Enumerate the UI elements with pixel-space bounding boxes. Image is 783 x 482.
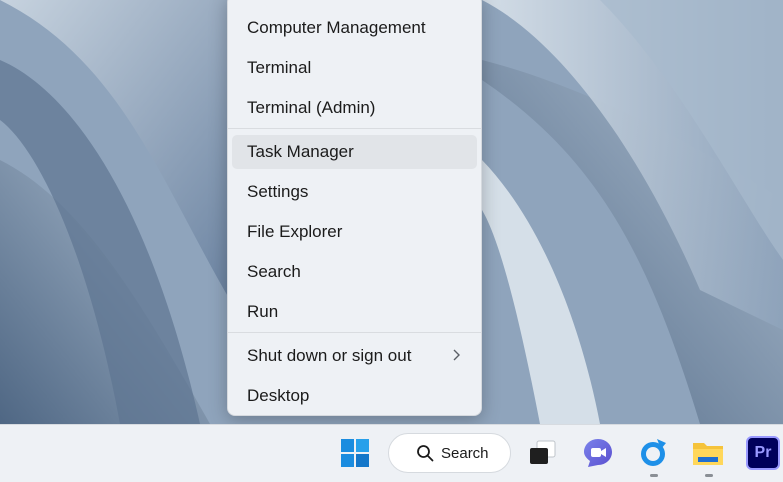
chevron-right-icon <box>453 349 460 361</box>
menu-item-run[interactable]: Run <box>232 295 477 329</box>
menu-item-file-explorer[interactable]: File Explorer <box>232 215 477 249</box>
taskbar-search-button[interactable]: Search <box>388 433 511 473</box>
menu-item-search[interactable]: Search <box>232 255 477 289</box>
menu-item-label: Settings <box>247 182 309 201</box>
menu-item-shut-down[interactable]: Shut down or sign out <box>232 339 477 373</box>
folder-icon[interactable] <box>690 435 726 471</box>
menu-divider <box>228 332 481 333</box>
menu-item-label: Shut down or sign out <box>247 346 412 365</box>
menu-item-label: Terminal <box>247 58 312 77</box>
menu-item-task-manager[interactable]: Task Manager <box>232 135 477 169</box>
premiere-pro-icon[interactable]: Pr <box>746 436 780 470</box>
menu-item-label: Computer Management <box>247 18 426 37</box>
menu-item-label: Run <box>247 302 279 321</box>
premiere-pro-label: Pr <box>754 444 772 461</box>
menu-item-label: Task Manager <box>247 142 354 161</box>
menu-item-label: Desktop <box>247 386 310 405</box>
menu-item-settings[interactable]: Settings <box>232 175 477 209</box>
winx-context-menu: Computer Management Terminal Terminal (A… <box>227 0 482 416</box>
task-view-icon[interactable] <box>525 435 561 471</box>
menu-item-computer-management[interactable]: Computer Management <box>232 11 477 45</box>
running-indicator <box>705 474 713 477</box>
windows-logo-icon[interactable] <box>337 435 373 471</box>
menu-item-desktop[interactable]: Desktop <box>232 379 477 413</box>
video-chat-icon[interactable] <box>580 435 616 471</box>
running-indicator <box>650 474 658 477</box>
search-label: Search <box>441 444 489 462</box>
taskbar: Search Pr <box>0 424 783 482</box>
search-icon <box>417 445 434 462</box>
menu-divider <box>228 128 481 129</box>
menu-item-label: Terminal (Admin) <box>247 98 376 117</box>
menu-item-terminal[interactable]: Terminal <box>232 51 477 85</box>
menu-item-label: Search <box>247 262 301 281</box>
menu-item-terminal-admin[interactable]: Terminal (Admin) <box>232 91 477 125</box>
browser-icon[interactable] <box>635 435 671 471</box>
menu-item-label: File Explorer <box>247 222 343 241</box>
